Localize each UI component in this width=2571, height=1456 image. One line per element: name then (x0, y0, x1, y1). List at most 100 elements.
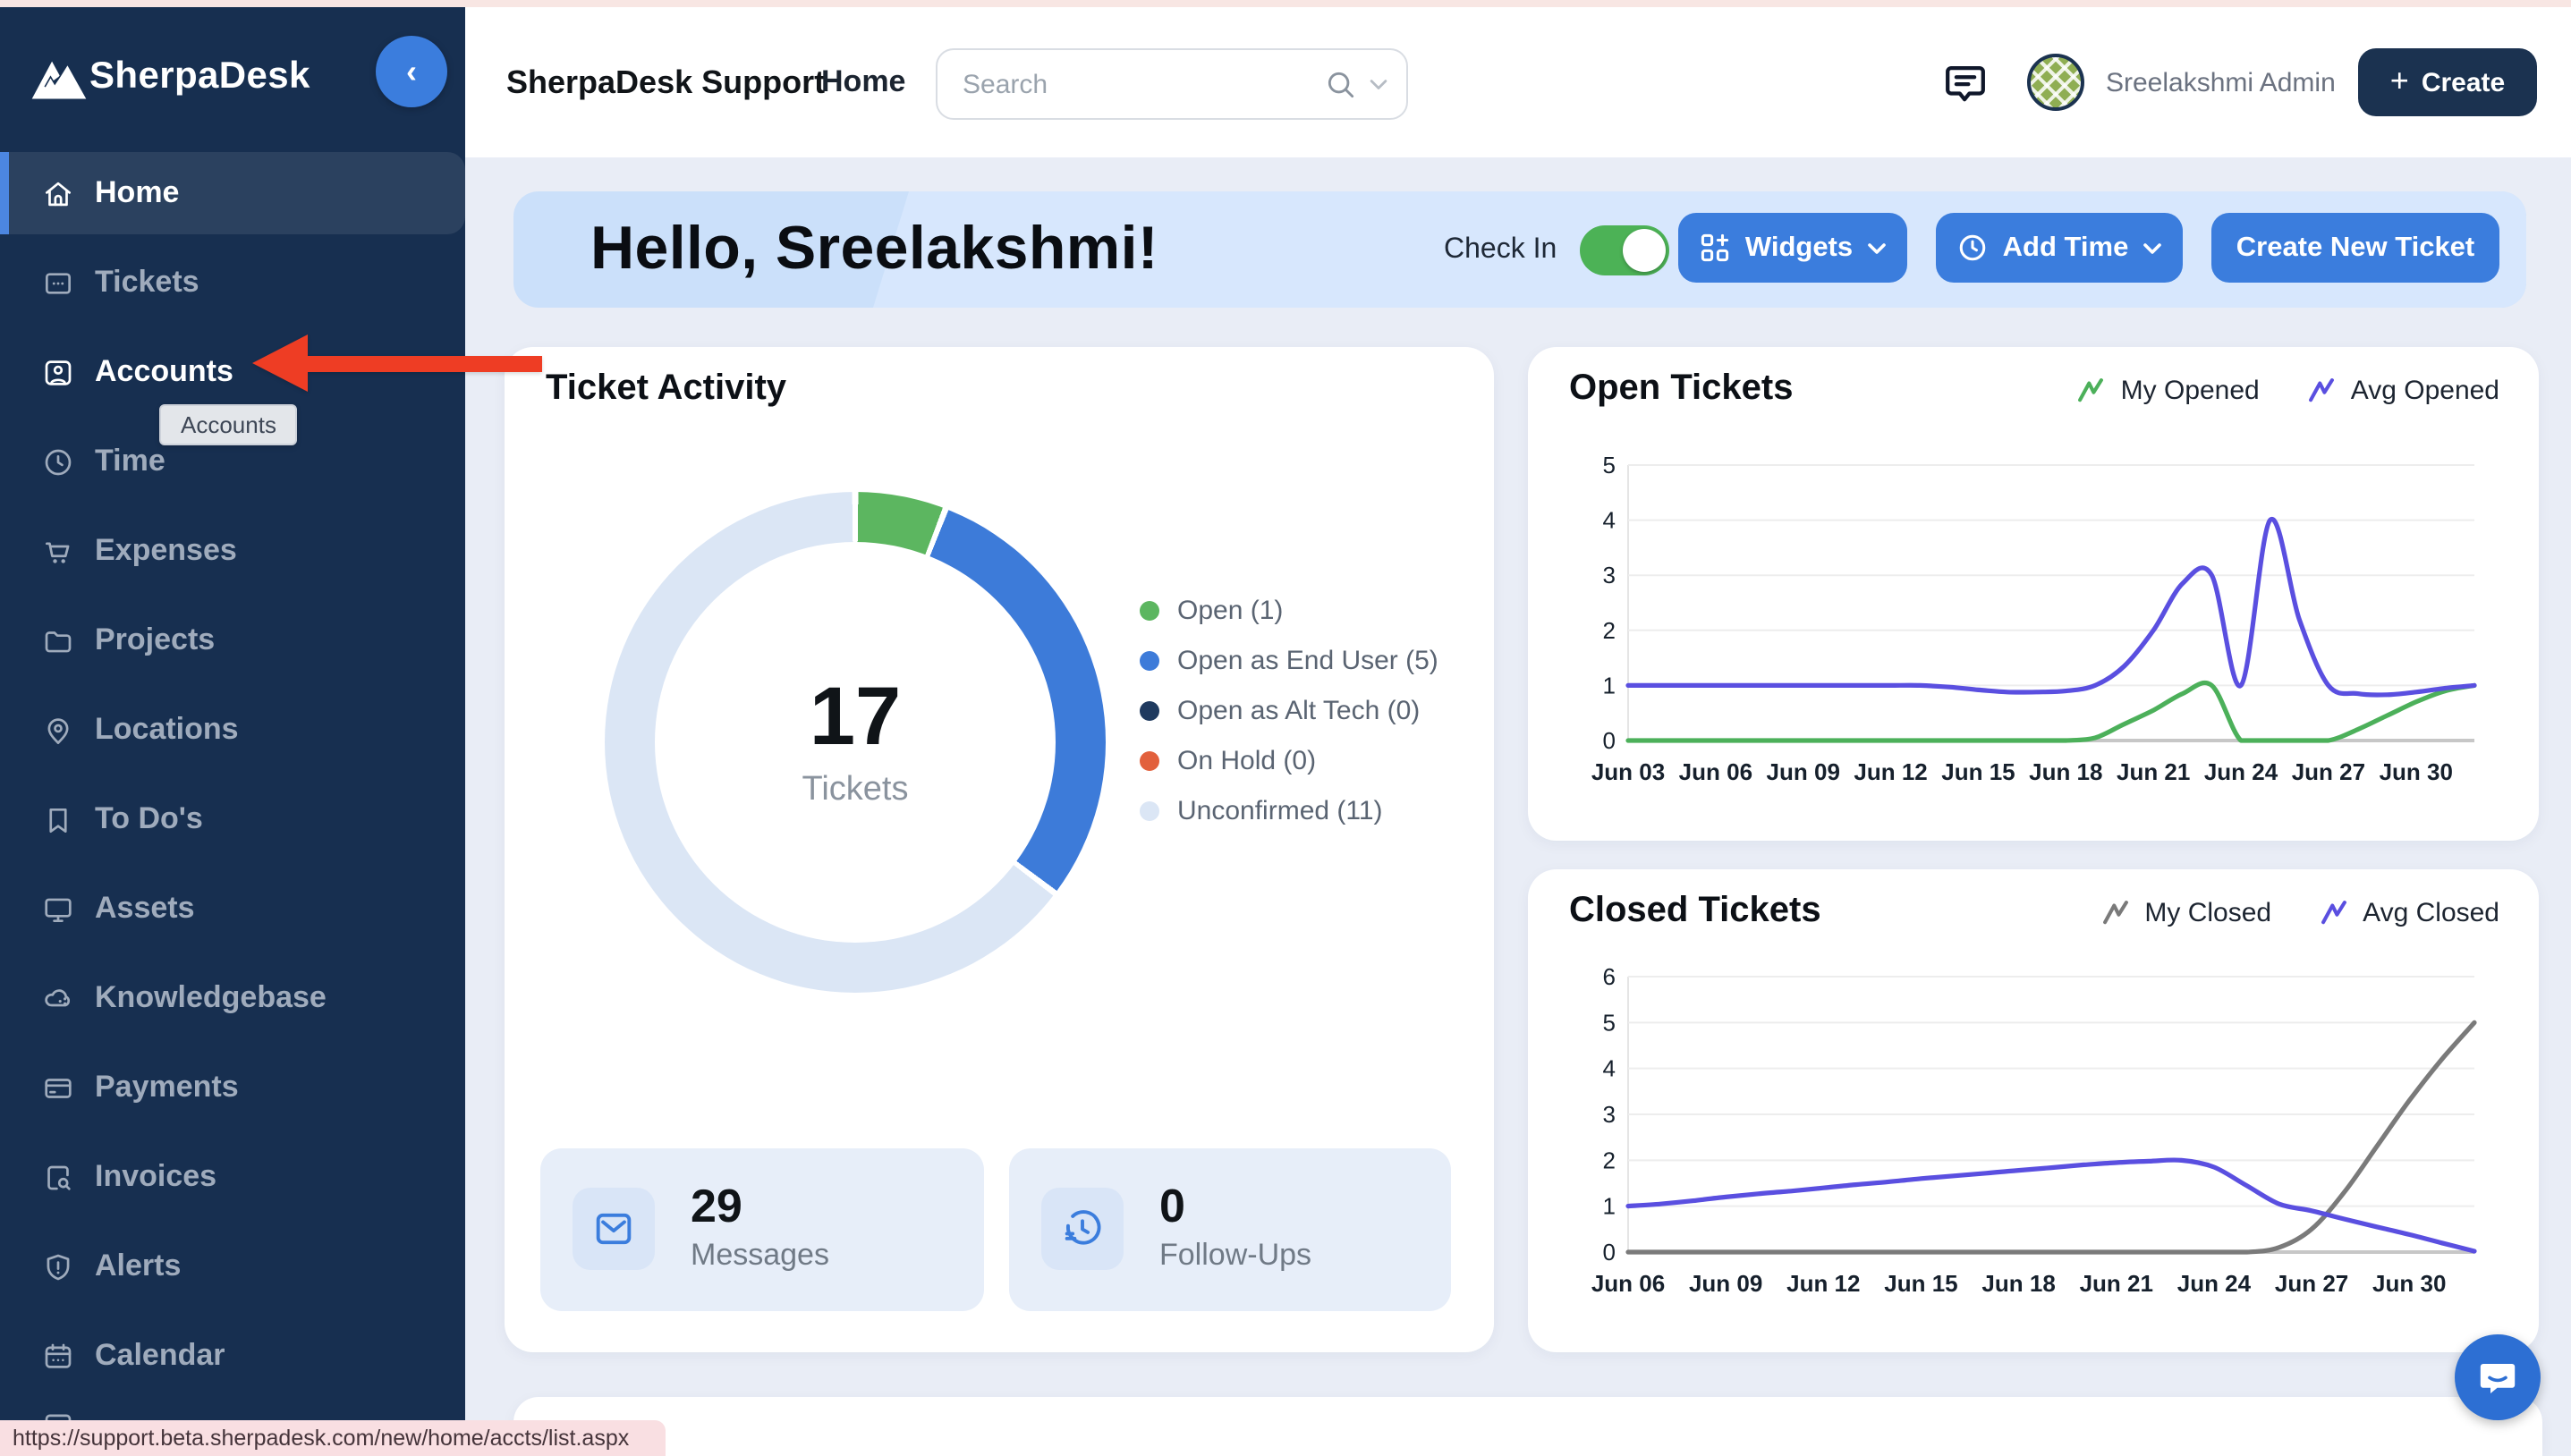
check-in-group: Check In (1444, 191, 1670, 308)
toggle-knob (1623, 228, 1667, 271)
svg-text:Jun 27: Jun 27 (2275, 1270, 2348, 1297)
add-time-button[interactable]: Add Time (1936, 213, 2183, 283)
search-chevron-down-icon[interactable] (1369, 78, 1388, 90)
open-tickets-legend: My Opened Avg Opened (2076, 376, 2499, 406)
ticket-activity-title: Ticket Activity (546, 368, 787, 408)
ticket-activity-donut-chart: 17 Tickets (605, 492, 1106, 993)
closed-tickets-chart: 6 5 4 3 2 1 0 Jun 06 Jun 09 Jun 12 Jun 15 Jun 18 Jun… (1567, 962, 2489, 1311)
sidebar-item-alerts[interactable]: Alerts (0, 1225, 465, 1308)
top-edge-strip (0, 0, 2571, 7)
svg-text:Jun 21: Jun 21 (2080, 1270, 2153, 1297)
create-new-ticket-button[interactable]: Create New Ticket (2211, 213, 2499, 283)
check-in-toggle[interactable] (1580, 224, 1670, 275)
pin-icon (41, 713, 75, 747)
app-root: SherpaDesk ‹ Home Tickets Accounts Time Expe… (0, 0, 2571, 1456)
donut-legend-item: Open as End User (5) (1140, 644, 1438, 676)
messages-bubble-icon[interactable] (1941, 59, 1990, 107)
topbar: SherpaDesk Support Home Sreelakshmi Admi… (465, 7, 2571, 157)
svg-text:Jun 18: Jun 18 (2029, 758, 2102, 785)
donut-total-label: Tickets (802, 771, 909, 808)
sidebar-collapse-button[interactable]: ‹ (376, 36, 447, 107)
svg-text:Jun 18: Jun 18 (1981, 1270, 2055, 1297)
svg-text:Jun 24: Jun 24 (2204, 758, 2278, 785)
follow-ups-label: Follow-Ups (1159, 1238, 1312, 1272)
org-name[interactable]: SherpaDesk Support (506, 7, 825, 157)
clock-icon (1960, 234, 1986, 261)
closed-tickets-card: Closed Tickets My Closed Avg Closed 6 5 4 3 2… (1528, 869, 2539, 1352)
topbar-nav-home[interactable]: Home (821, 7, 905, 157)
sherpadesk-logo[interactable]: SherpaDesk (25, 48, 310, 106)
sidebar-item-calendar[interactable]: Calendar (0, 1315, 465, 1397)
closed-tickets-legend: My Closed Avg Closed (2100, 898, 2499, 928)
sidebar-item-tickets[interactable]: Tickets (0, 241, 465, 324)
add-time-button-label: Add Time (2002, 232, 2129, 262)
donut-total-value: 17 (809, 669, 902, 762)
create-button[interactable]: + Create (2358, 48, 2537, 116)
svg-text:1: 1 (1603, 672, 1616, 698)
zigzag-line-icon (2308, 378, 2334, 402)
chat-fab-button[interactable] (2455, 1334, 2541, 1420)
svg-text:0: 0 (1603, 727, 1616, 754)
card-icon (41, 1071, 75, 1105)
chat-bubble-icon (2480, 1364, 2516, 1393)
arrow-head (252, 334, 308, 392)
red-annotation-arrow (252, 334, 542, 392)
search-box (936, 48, 1408, 120)
hello-banner: Hello, Sreelakshmi! Check In Widgets Add… (513, 191, 2526, 308)
closed-tickets-title: Closed Tickets (1569, 891, 1821, 930)
sidebar-item-assets[interactable]: Assets (0, 868, 465, 950)
ticket-activity-card: Ticket Activity 17 Tickets Open (1) Open … (505, 347, 1494, 1352)
shield-icon (41, 1249, 75, 1283)
user-name[interactable]: Sreelakshmi Admin (2106, 7, 2336, 157)
follow-ups-count: 0 (1159, 1179, 1185, 1232)
zigzag-line-icon (2321, 901, 2346, 925)
svg-text:Jun 12: Jun 12 (1854, 758, 1927, 785)
chart-legend-item: My Closed (2100, 898, 2271, 928)
svg-text:Jun 21: Jun 21 (2117, 758, 2190, 785)
sidebar-item-payments[interactable]: Payments (0, 1046, 465, 1129)
svg-text:3: 3 (1603, 1101, 1616, 1128)
svg-text:Jun 30: Jun 30 (2380, 758, 2453, 785)
svg-text:3: 3 (1603, 562, 1616, 588)
svg-text:Jun 12: Jun 12 (1786, 1270, 1860, 1297)
svg-text:Jun 06: Jun 06 (1679, 758, 1752, 785)
messages-count: 29 (691, 1179, 742, 1232)
sidebar-item-projects[interactable]: Projects (0, 599, 465, 681)
invoice-icon (41, 1160, 75, 1194)
search-icon[interactable] (1324, 67, 1358, 101)
clock-history-icon (1041, 1188, 1124, 1270)
legend-dot (1140, 650, 1159, 670)
legend-dot (1140, 800, 1159, 820)
widgets-button[interactable]: Widgets (1678, 213, 1907, 283)
search-input[interactable] (938, 69, 1324, 99)
ticket-icon (41, 266, 75, 300)
user-avatar[interactable] (2027, 54, 2084, 111)
svg-text:1: 1 (1603, 1193, 1616, 1220)
sidebar-item-invoices[interactable]: Invoices (0, 1136, 465, 1218)
sidebar-item-knowledgebase[interactable]: Knowledgebase (0, 957, 465, 1039)
create-new-ticket-label: Create New Ticket (2236, 232, 2475, 262)
svg-text:Jun 27: Jun 27 (2292, 758, 2365, 785)
messages-stat-tile[interactable]: 29 Messages (540, 1148, 984, 1311)
cloud-icon (41, 981, 75, 1015)
follow-ups-stat-tile[interactable]: 0 Follow-Ups (1009, 1148, 1451, 1311)
folder-icon (41, 623, 75, 657)
mountain-logo-icon (30, 58, 89, 101)
plus-icon: + (2389, 62, 2409, 97)
svg-text:4: 4 (1603, 1055, 1616, 1082)
sidebar-item-home[interactable]: Home (0, 152, 465, 234)
donut-legend-item: Open (1) (1140, 594, 1438, 626)
sidebar-item-expenses[interactable]: Expenses (0, 510, 465, 592)
svg-text:0: 0 (1603, 1239, 1616, 1266)
accounts-icon (41, 355, 75, 389)
svg-text:2: 2 (1603, 1147, 1616, 1173)
svg-text:5: 5 (1603, 452, 1616, 478)
svg-text:Jun 03: Jun 03 (1591, 758, 1665, 785)
sidebar-item-locations[interactable]: Locations (0, 689, 465, 771)
sidebar-item-to-do-s[interactable]: To Do's (0, 778, 465, 860)
donut-legend: Open (1) Open as End User (5) Open as Alt … (1140, 594, 1438, 826)
svg-text:Jun 15: Jun 15 (1884, 1270, 1957, 1297)
svg-text:Jun 09: Jun 09 (1689, 1270, 1762, 1297)
svg-text:5: 5 (1603, 1009, 1616, 1036)
svg-text:6: 6 (1603, 963, 1616, 990)
